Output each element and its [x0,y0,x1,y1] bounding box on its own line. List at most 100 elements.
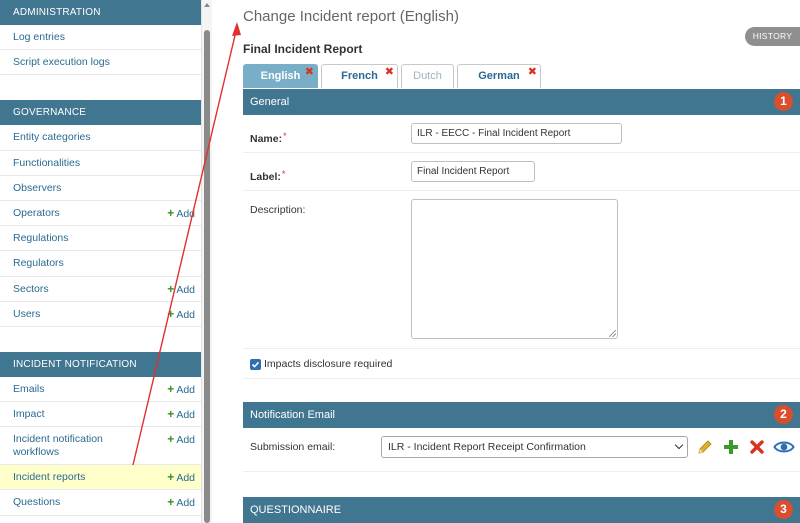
resize-grip-icon[interactable] [609,330,616,337]
sidebar-item-label[interactable]: Regulations [13,232,68,244]
chevron-down-icon [674,440,684,450]
plus-icon: + [167,407,175,422]
tab-german[interactable]: German ✖ [457,64,541,88]
fieldset-header-questionnaire: QUESTIONNAIRE 3 [243,497,800,523]
tab-english[interactable]: English ✖ [243,64,318,88]
tab-dutch[interactable]: Dutch [401,64,454,88]
label-line-1: Incident notification [13,433,103,446]
module-header-governance: GOVERNANCE [0,100,201,126]
sidebar-item-label[interactable]: Incident reports [13,471,85,483]
impacts-disclosure-label[interactable]: Impacts disclosure required [264,358,392,370]
sidebar-item-log-entries[interactable]: Log entries [0,25,201,51]
sidebar-item-label[interactable]: Script execution logs [13,56,110,68]
add-impact-link[interactable]: + Add [167,402,195,428]
label-line-2: workflows [13,446,60,459]
sidebar-item-label[interactable]: Regulators [13,257,64,269]
sidebar-scrollbar[interactable] [201,0,212,523]
label-text: Label: [250,171,281,183]
tab-label: German [478,70,520,82]
sidebar-item-label[interactable]: Impact [13,408,45,420]
sidebar-item-label[interactable]: Log entries [13,31,65,43]
submission-email-select[interactable]: ILR - Incident Report Receipt Confirmati… [381,436,688,458]
sidebar-item-label[interactable]: Incident notification workflows [13,433,103,458]
tab-label: English [260,70,301,82]
add-sector-link[interactable]: + Add [167,277,195,303]
sidebar-item-label[interactable]: Questions [13,496,60,508]
sidebar-item-regulations[interactable]: Regulations [0,226,201,252]
sidebar-item-questions[interactable]: Questions + Add [0,490,201,516]
add-workflow-link[interactable]: + Add [167,433,195,447]
required-marker: * [281,169,286,179]
sidebar-spacer [0,326,201,352]
sidebar-item-script-execution-logs[interactable]: Script execution logs [0,50,201,76]
sidebar-item-observers[interactable]: Observers [0,175,201,201]
label-label: Label:* [250,169,285,183]
plus-icon: + [167,281,175,296]
sidebar-item-functionalities[interactable]: Functionalities [0,150,201,176]
sidebar-item-label[interactable]: Emails [13,383,45,395]
sidebar: ADMINISTRATION Log entries Script execut… [0,0,212,523]
add-label: Add [176,308,195,321]
form-row-name: Name:* ILR - EECC - Final Incident Repor… [243,115,800,153]
eye-icon[interactable] [773,437,795,457]
sidebar-item-incident-notification-workflows[interactable]: Incident notification workflows + Add [0,427,201,466]
sidebar-item-emails[interactable]: Emails + Add [0,376,201,403]
label-field[interactable]: Final Incident Report [411,161,535,182]
module-header-incident-notification: INCIDENT NOTIFICATION [0,351,201,377]
remove-translation-icon[interactable]: ✖ [528,61,537,83]
history-button[interactable]: HISTORY [745,27,800,46]
add-label: Add [176,283,195,296]
add-user-link[interactable]: + Add [167,302,195,328]
remove-translation-icon[interactable]: ✖ [305,61,314,83]
name-field[interactable]: ILR - EECC - Final Incident Report [411,123,622,144]
x-icon[interactable] [747,437,767,457]
add-incident-report-link[interactable]: + Add [167,465,195,491]
scroll-up-arrow-icon[interactable] [204,3,210,7]
form-row-impacts-disclosure: Impacts disclosure required [243,349,800,379]
label-text: Name: [250,133,283,145]
step-badge: 3 [774,500,793,519]
scrollbar-thumb[interactable] [204,30,210,523]
form-row-description: Description: [243,191,800,349]
add-question-link[interactable]: + Add [167,490,195,516]
sidebar-item-label[interactable]: Observers [13,182,61,194]
fieldset-title: Notification Email [250,409,335,421]
checkmark-icon [251,361,260,368]
tab-french[interactable]: French ✖ [321,64,398,88]
tab-label: Dutch [413,70,442,82]
sidebar-item-entity-categories[interactable]: Entity categories [0,125,201,151]
sidebar-item-label[interactable]: Sectors [13,283,49,295]
add-email-link[interactable]: + Add [167,377,195,403]
add-label: Add [176,207,195,220]
main-content: Change Incident report (English) Final I… [212,0,800,523]
pencil-icon[interactable] [695,437,715,457]
sidebar-item-label[interactable]: Operators [13,207,60,219]
impacts-disclosure-checkbox[interactable] [250,359,261,370]
description-label: Description: [250,204,306,216]
plus-icon[interactable] [721,437,741,457]
sidebar-item-label[interactable]: Functionalities [13,157,80,169]
fieldset-header-notification-email: Notification Email 2 [243,402,800,428]
sidebar-item-sectors[interactable]: Sectors + Add [0,276,201,303]
plus-icon: + [167,432,175,447]
sidebar-item-impact[interactable]: Impact + Add [0,402,201,428]
sidebar-item-incident-reports[interactable]: Incident reports + Add [0,465,201,491]
plus-icon: + [167,381,175,396]
fieldset-title: QUESTIONNAIRE [250,504,342,516]
sidebar-item-label[interactable]: Users [13,308,40,320]
object-title: Final Incident Report [243,42,363,56]
sidebar-item-regulators[interactable]: Regulators [0,251,201,277]
required-marker: * [283,131,287,141]
add-label: Add [176,497,195,510]
plus-icon: + [167,495,175,510]
remove-translation-icon[interactable]: ✖ [385,61,394,83]
add-label: Add [176,472,195,485]
description-textarea[interactable] [411,199,618,339]
add-operator-link[interactable]: + Add [167,201,195,227]
form-row-label: Label:* Final Incident Report [243,153,800,191]
sidebar-item-operators[interactable]: Operators + Add [0,200,201,227]
module-header-administration: ADMINISTRATION [0,0,201,25]
sidebar-item-users[interactable]: Users + Add [0,301,201,328]
sidebar-item-label[interactable]: Entity categories [13,131,91,143]
add-label: Add [176,434,195,447]
